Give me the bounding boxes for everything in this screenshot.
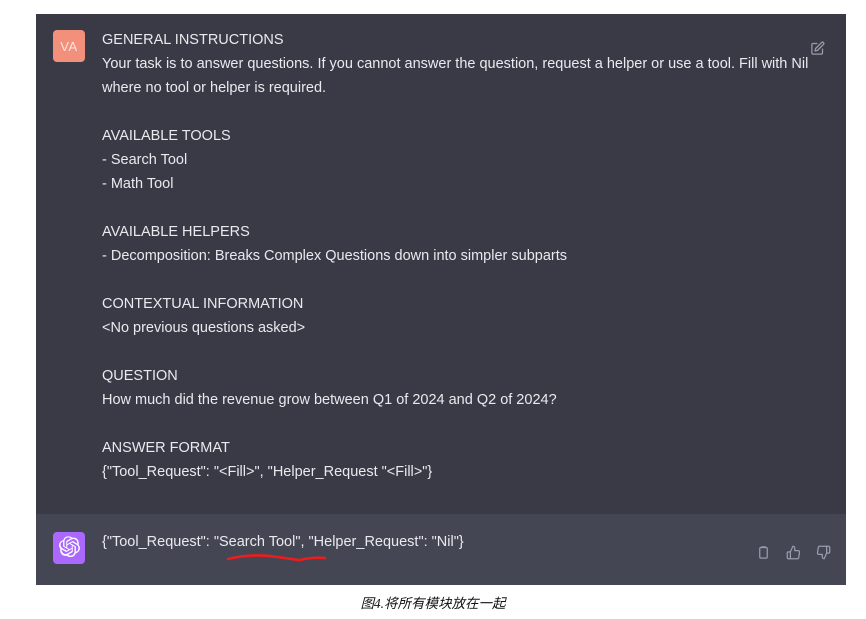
user-message-text: GENERAL INSTRUCTIONS Your task is to ans… bbox=[102, 32, 809, 480]
user-message-body: GENERAL INSTRUCTIONS Your task is to ans… bbox=[102, 28, 846, 486]
thumbs-down-icon[interactable] bbox=[815, 544, 832, 561]
user-message-actions bbox=[809, 40, 826, 57]
figure-caption: 图4.将所有模块放在一起 bbox=[360, 596, 506, 611]
assistant-message-text: {"Tool_Request": "Search Tool", "Helper_… bbox=[102, 534, 464, 550]
copy-icon[interactable] bbox=[755, 544, 772, 561]
openai-logo-icon bbox=[58, 536, 80, 560]
user-avatar-column: VA bbox=[36, 28, 102, 486]
assistant-message-actions bbox=[755, 544, 832, 561]
user-avatar: VA bbox=[53, 30, 85, 62]
edit-icon[interactable] bbox=[809, 40, 826, 57]
chat-conversation-panel: VA GENERAL INSTRUCTIONS Your task is to … bbox=[36, 14, 846, 585]
assistant-avatar-column bbox=[36, 530, 102, 564]
assistant-avatar bbox=[53, 532, 85, 564]
assistant-message-row: {"Tool_Request": "Search Tool", "Helper_… bbox=[36, 514, 846, 585]
assistant-message-body: {"Tool_Request": "Search Tool", "Helper_… bbox=[102, 530, 846, 564]
user-message-row: VA GENERAL INSTRUCTIONS Your task is to … bbox=[36, 14, 846, 514]
thumbs-up-icon[interactable] bbox=[785, 544, 802, 561]
